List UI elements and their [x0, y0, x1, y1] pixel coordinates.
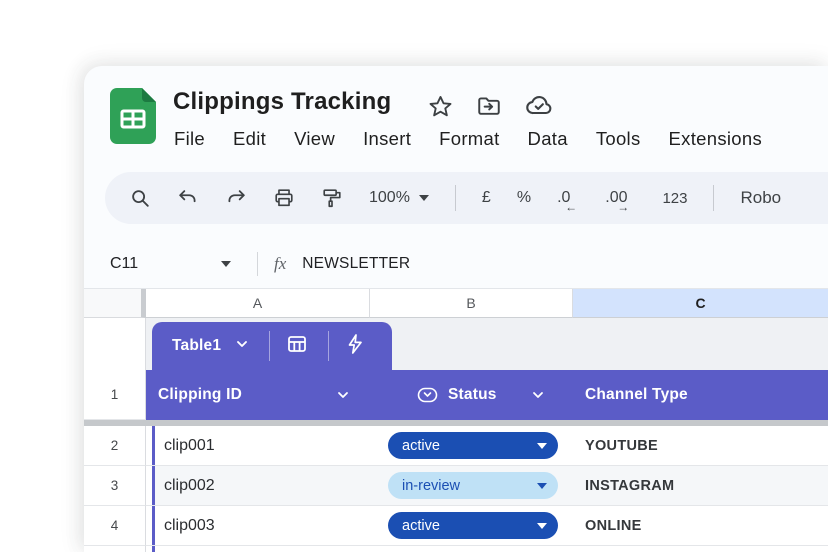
select-all-corner[interactable] — [84, 289, 146, 318]
column-header-a[interactable]: A — [146, 289, 370, 318]
table-row: 2 clip001 active YOUTUBE — [84, 426, 828, 466]
search-icon[interactable] — [129, 187, 151, 209]
table-row: 3 clip002 in-review INSTAGRAM — [84, 466, 828, 506]
table-tab-band: Table1 — [84, 318, 828, 370]
fx-icon: fx — [274, 254, 286, 274]
table-header-status[interactable]: Status — [370, 386, 573, 404]
row-header-1[interactable]: 1 — [84, 370, 146, 420]
cell-channel-type[interactable]: INSTAGRAM — [573, 478, 828, 494]
format-percent-button[interactable]: % — [517, 189, 531, 207]
chevron-down-icon[interactable] — [235, 337, 249, 355]
row-header-2[interactable]: 2 — [84, 426, 146, 466]
menu-format[interactable]: Format — [439, 128, 499, 150]
increase-decimal-button[interactable]: .00→ — [605, 189, 636, 207]
menu-file[interactable]: File — [174, 128, 205, 150]
cell-clipping-id[interactable]: clip003 — [155, 517, 370, 535]
chevron-down-icon — [336, 389, 350, 401]
cloud-saved-icon[interactable] — [525, 92, 553, 120]
redo-icon[interactable] — [225, 187, 247, 209]
toolbar-divider — [713, 185, 714, 211]
status-dropdown-chip[interactable]: in-review — [388, 472, 558, 499]
table-tab[interactable]: Table1 — [152, 322, 392, 370]
chevron-down-icon — [221, 261, 231, 267]
menubar: File Edit View Insert Format Data Tools … — [174, 128, 762, 150]
move-to-folder-icon[interactable] — [476, 93, 502, 119]
lightning-bolt-icon[interactable] — [345, 333, 365, 360]
table-row-partial — [84, 546, 828, 552]
status-dropdown-chip[interactable]: active — [388, 512, 558, 539]
undo-icon[interactable] — [177, 187, 199, 209]
number-format-button[interactable]: 123 — [662, 190, 687, 207]
cell-channel-type[interactable]: ONLINE — [573, 518, 828, 534]
table-row: 4 clip003 active ONLINE — [84, 506, 828, 546]
column-header-b[interactable]: B — [370, 289, 573, 318]
active-cell-reference: C11 — [110, 255, 138, 273]
font-family-select[interactable]: Robo — [740, 188, 781, 208]
chevron-down-icon — [419, 195, 429, 201]
decrease-decimal-button[interactable]: .0← — [557, 189, 579, 207]
sheets-logo-icon[interactable] — [110, 88, 156, 144]
cell-name-box[interactable]: C11 — [105, 255, 247, 273]
sheet-grid: A B C Table1 — [84, 288, 828, 552]
print-icon[interactable] — [273, 187, 295, 209]
tab-divider — [269, 331, 270, 361]
table-header-clipping-id[interactable]: Clipping ID — [146, 386, 370, 404]
formula-input[interactable]: NEWSLETTER — [302, 255, 410, 273]
format-currency-button[interactable]: £ — [482, 189, 491, 207]
menu-edit[interactable]: Edit — [233, 128, 266, 150]
dropdown-arrow-icon — [537, 523, 547, 529]
toolbar: 100% £ % .0← .00→ 123 Robo — [105, 172, 828, 224]
column-header-c-selected[interactable]: C — [573, 289, 828, 318]
row-header-3[interactable]: 3 — [84, 466, 146, 506]
zoom-select[interactable]: 100% — [369, 189, 429, 207]
table-header-row: 1 Clipping ID Status — [84, 370, 828, 420]
table-accent-border — [152, 546, 155, 552]
zoom-value: 100% — [369, 189, 410, 207]
column-header-row: A B C — [84, 288, 828, 318]
cell-clipping-id[interactable]: clip002 — [155, 477, 370, 495]
status-dropdown-chip[interactable]: active — [388, 432, 558, 459]
cell-channel-type[interactable]: YOUTUBE — [573, 438, 828, 454]
menu-extensions[interactable]: Extensions — [669, 128, 763, 150]
menu-insert[interactable]: Insert — [363, 128, 411, 150]
row-header-4[interactable]: 4 — [84, 506, 146, 546]
document-title[interactable]: Clippings Tracking — [173, 88, 391, 116]
spreadsheet-window: Clippings Tracking — [84, 66, 828, 552]
menu-tools[interactable]: Tools — [596, 128, 641, 150]
table-header-channel-type[interactable]: Channel Type — [573, 386, 828, 404]
arrow-left-icon: ← — [565, 200, 577, 214]
dropdown-chip-icon — [417, 387, 438, 403]
cell-clipping-id[interactable]: clip001 — [155, 437, 370, 455]
table-name: Table1 — [172, 337, 221, 355]
titlebar: Clippings Tracking — [110, 86, 828, 172]
tab-divider — [328, 331, 329, 361]
star-icon[interactable] — [428, 94, 453, 119]
paint-format-icon[interactable] — [321, 187, 343, 209]
formula-bar: C11 fx NEWSLETTER — [105, 244, 828, 284]
formula-bar-divider — [257, 252, 258, 276]
menu-view[interactable]: View — [294, 128, 335, 150]
toolbar-divider — [455, 185, 456, 211]
menu-data[interactable]: Data — [528, 128, 568, 150]
chevron-down-icon — [531, 389, 545, 401]
dropdown-arrow-icon — [537, 483, 547, 489]
arrow-right-icon: → — [617, 200, 629, 214]
dropdown-arrow-icon — [537, 443, 547, 449]
row-header-blank — [84, 318, 146, 370]
table-view-icon[interactable] — [286, 333, 308, 360]
